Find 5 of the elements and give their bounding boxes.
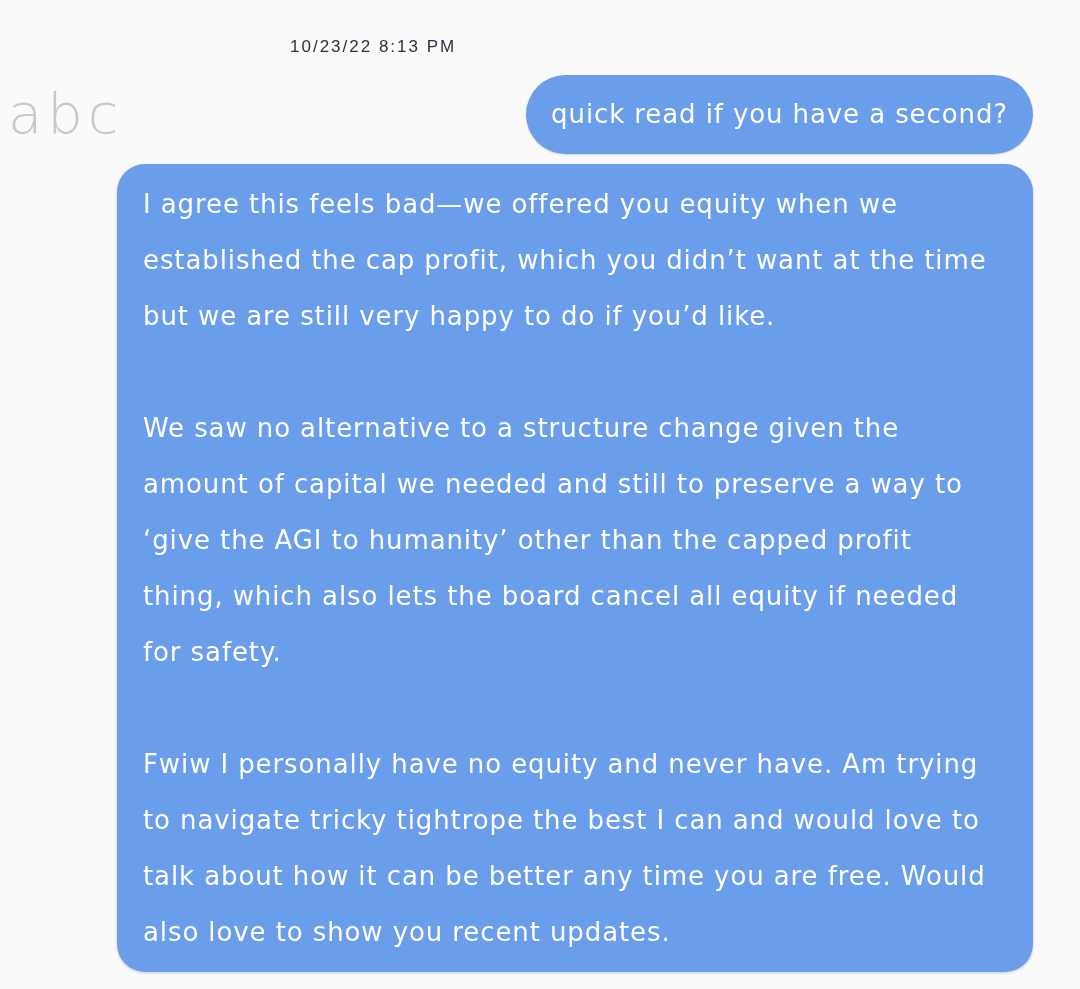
timestamp: 10/23/22 8:13 PM — [290, 37, 457, 56]
message-text: I agree this feels bad—we offered you equity when we established the cap profit, which you didn’t want at the time but we are still very happy to do if you’d like. — [143, 187, 988, 333]
message-text: We saw no alternative to a structure change given the amount of capital we needed and still to preserve a way to ‘give the AGI to humanity’ other than the capped profit thing, which also lets the board cancel all equity if needed for safety. — [143, 411, 964, 669]
message-text: quick read if you have a second? — [551, 97, 1008, 131]
message-text: Fwiw I personally have no equity and never have. Am trying to navigate tricky tightrope the best I can and would love to talk about how it can be better any time you are free. Would also love to show you recent updates. — [143, 747, 987, 949]
